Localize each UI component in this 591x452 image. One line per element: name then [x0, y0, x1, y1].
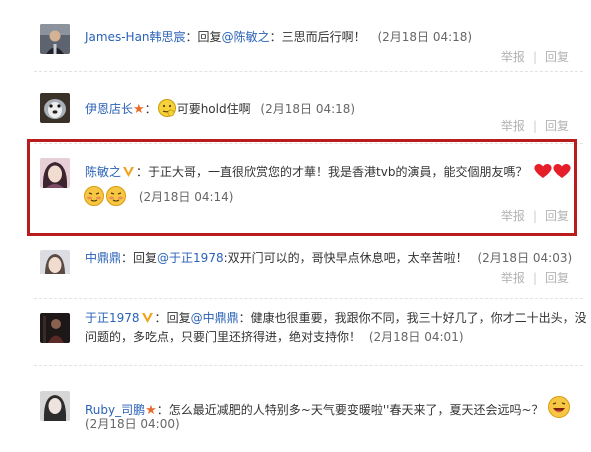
separator: | — [532, 50, 537, 64]
reply-button[interactable]: 回复 — [545, 119, 569, 133]
star-badge-icon: ★ — [133, 102, 145, 117]
reply-prefix: 回复 — [197, 30, 222, 44]
mention-colon: ： — [269, 30, 282, 44]
reply-button[interactable]: 回复 — [545, 50, 569, 64]
comment-username[interactable]: James-Han韩思宸 — [85, 30, 186, 44]
comment-colon: ： — [144, 102, 157, 116]
avatar[interactable] — [40, 24, 70, 54]
comment-timestamp: (2月18日 04:01) — [368, 330, 464, 344]
comment-item: Ruby_司鹏★：怎么最近减肥的人特别多~天气要变暖啦''春天来了，夏天还会远吗… — [0, 374, 591, 452]
comment-username[interactable]: Ruby_司鹏 — [85, 403, 145, 417]
comment-line-2: 问题的，多吃点，只要门里还挤得进，绝对支持你！ (2月18日 04:01) — [85, 329, 464, 345]
comment-line: James-Han韩思宸：回复@陈敏之：三思而后行啊！ (2月18日 04:18… — [85, 29, 472, 45]
comment-colon: ： — [185, 30, 198, 44]
reply-button[interactable]: 回复 — [545, 271, 569, 285]
comment-timestamp: (2月18日 04:03) — [477, 251, 573, 265]
comment-actions: 举报 | 回复 — [501, 269, 569, 286]
report-button[interactable]: 举报 — [501, 119, 525, 133]
comment-text-continued: 问题的，多吃点，只要门里还挤得进，绝对支持你！ — [85, 330, 362, 344]
comment-colon: ： — [154, 311, 167, 325]
comment-timestamp: (2月18日 04:18) — [260, 102, 356, 116]
comment-line: 于正1978 ：回复@中鼎鼎：健康也很重要，我跟你不同，我三十好几了，你才二十出头… — [85, 310, 587, 326]
report-button[interactable]: 举报 — [501, 271, 525, 285]
highlight-frame — [27, 139, 577, 236]
comment-item: 于正1978 ：回复@中鼎鼎：健康也很重要，我跟你不同，我三十好几了，你才二十出头… — [0, 298, 591, 368]
comment-actions: 举报 | 回复 — [501, 48, 569, 65]
comment-mention[interactable]: @于正1978 — [157, 251, 224, 265]
comment-mention[interactable]: @中鼎鼎 — [191, 311, 239, 325]
comment-timestamp: (2月18日 04:18) — [377, 30, 473, 44]
comment-text: 健康也很重要，我跟你不同，我三十好几了，你才二十出头，没 — [250, 311, 587, 325]
comment-line-2: (2月18日 04:00) — [85, 416, 180, 432]
avatar[interactable] — [40, 391, 70, 421]
thinking-emoji-icon — [157, 98, 177, 122]
comment-colon: ： — [156, 403, 169, 417]
comment-text: 怎么最近减肥的人特别多~天气要变暖啦''春天来了，夏天还会远吗~？ — [168, 403, 544, 417]
divider — [34, 365, 583, 366]
verified-v-icon — [140, 311, 155, 325]
separator: | — [532, 119, 537, 133]
avatar[interactable] — [40, 250, 70, 280]
reply-prefix: 回复 — [133, 251, 158, 265]
comment-mention[interactable]: @陈敏之 — [222, 30, 270, 44]
comment-colon: ： — [121, 251, 134, 265]
report-button[interactable]: 举报 — [501, 50, 525, 64]
mention-colon: ： — [238, 311, 251, 325]
comment-actions: 举报 | 回复 — [501, 117, 569, 134]
comment-timestamp: (2月18日 04:00) — [85, 417, 180, 431]
reply-prefix: 回复 — [166, 311, 191, 325]
comment-line: 中鼎鼎：回复@于正1978:双开门可以的，哥快早点休息吧，太辛苦啦！ (2月18… — [85, 250, 572, 266]
avatar[interactable] — [40, 93, 70, 123]
comment-username[interactable]: 于正1978 — [85, 311, 140, 325]
laughing-emoji-icon — [547, 395, 571, 423]
comment-text: 双开门可以的，哥快早点休息吧，太辛苦啦！ — [227, 251, 468, 265]
comment-text: 三思而后行啊！ — [281, 30, 366, 44]
comment-item: 伊恩店长★： 可要hold住啊 (2月18日 04:18) 举报 | 回复 — [0, 72, 591, 144]
comment-username[interactable]: 中鼎鼎 — [85, 251, 121, 265]
comment-text: 可要hold住啊 — [176, 102, 251, 116]
separator: | — [532, 271, 537, 285]
comment-username[interactable]: 伊恩店长 — [85, 102, 133, 116]
avatar[interactable] — [40, 313, 70, 343]
comment-item: James-Han韩思宸：回复@陈敏之：三思而后行啊！ (2月18日 04:18… — [0, 0, 591, 72]
comment-line: 伊恩店长★： 可要hold住啊 (2月18日 04:18) — [85, 98, 355, 122]
